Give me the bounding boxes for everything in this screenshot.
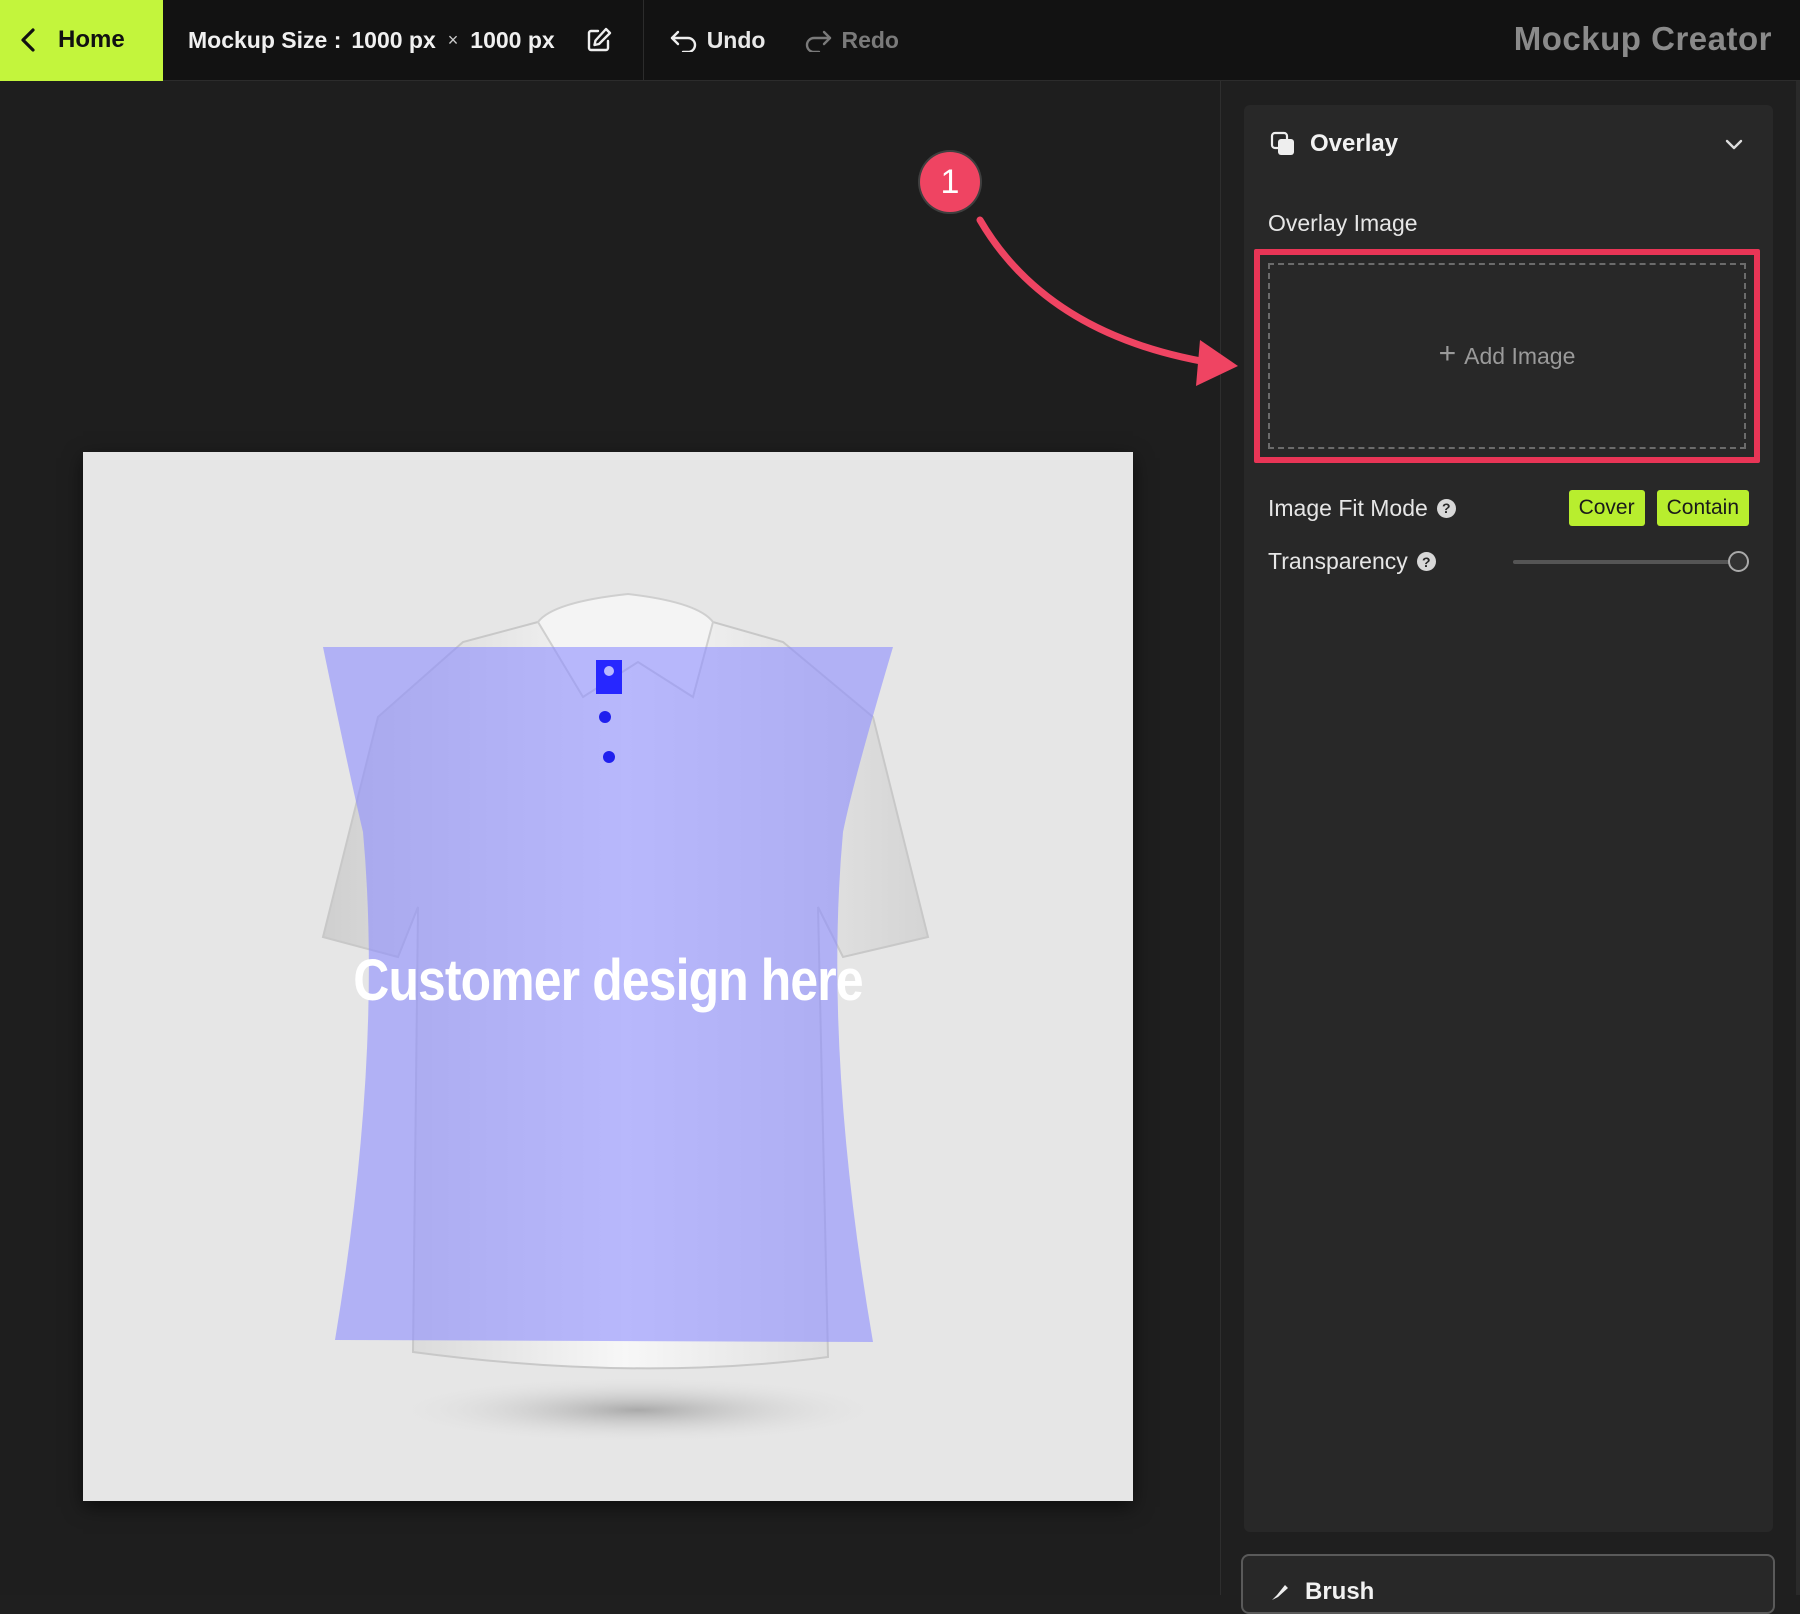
overlay-panel-title: Overlay bbox=[1310, 130, 1399, 157]
app-title: Mockup Creator bbox=[1513, 20, 1772, 57]
mockup-canvas[interactable]: Customer design here bbox=[83, 452, 1133, 1501]
slider-thumb[interactable] bbox=[1728, 550, 1749, 572]
add-image-dropzone[interactable]: + Add Image bbox=[1268, 263, 1746, 449]
layers-icon bbox=[1270, 131, 1294, 155]
overlay-image-label: Overlay Image bbox=[1268, 210, 1418, 236]
history-controls: Undo Redo bbox=[644, 27, 899, 54]
transparency-slider[interactable] bbox=[1513, 550, 1749, 574]
transparency-label: Transparency bbox=[1268, 548, 1408, 574]
plus-icon: + bbox=[1438, 337, 1457, 370]
redo-label: Redo bbox=[841, 26, 899, 53]
mockup-size-label: Mockup Size : bbox=[188, 26, 342, 53]
chevron-left-icon bbox=[21, 28, 35, 52]
brush-panel-header: Brush bbox=[1269, 1578, 1374, 1606]
mockup-size-section: Mockup Size : 1000 px × 1000 px bbox=[163, 0, 644, 81]
fit-mode-options: Cover Contain bbox=[1568, 490, 1749, 526]
cover-button[interactable]: Cover bbox=[1568, 490, 1645, 526]
transparency-row: Transparency ? bbox=[1268, 548, 1749, 575]
redo-icon bbox=[806, 30, 832, 52]
design-placeholder-text: Customer design here bbox=[353, 948, 863, 1013]
overlay-panel-header[interactable]: Overlay bbox=[1270, 130, 1398, 158]
help-icon[interactable]: ? bbox=[1436, 498, 1456, 518]
times-symbol: × bbox=[447, 29, 459, 50]
undo-label: Undo bbox=[706, 26, 766, 53]
add-image-label: Add Image bbox=[1464, 342, 1576, 369]
scrollbar-track[interactable] bbox=[1796, 81, 1800, 1595]
help-icon[interactable]: ? bbox=[1416, 552, 1436, 571]
chevron-down-icon[interactable] bbox=[1723, 133, 1745, 155]
redo-button[interactable]: Redo bbox=[803, 27, 899, 54]
top-bar: Home Mockup Size : 1000 px × 1000 px Und… bbox=[0, 0, 1800, 81]
edit-size-icon[interactable] bbox=[585, 26, 613, 54]
brush-icon bbox=[1272, 1585, 1288, 1600]
undo-icon bbox=[670, 30, 696, 52]
fit-mode-row: Image Fit Mode ? Cover Contain bbox=[1268, 490, 1749, 526]
add-image-highlight: + Add Image bbox=[1254, 249, 1760, 463]
mockup-height-value: 1000 px bbox=[470, 26, 555, 53]
home-button[interactable]: Home bbox=[0, 0, 163, 81]
fit-mode-label: Image Fit Mode bbox=[1268, 494, 1428, 521]
home-label: Home bbox=[58, 26, 125, 53]
brush-panel[interactable]: Brush bbox=[1241, 1554, 1775, 1614]
slider-track bbox=[1513, 559, 1737, 564]
contain-button[interactable]: Contain bbox=[1656, 490, 1749, 526]
brush-panel-title: Brush bbox=[1305, 1578, 1375, 1605]
undo-button[interactable]: Undo bbox=[669, 26, 766, 54]
mockup-width-value: 1000 px bbox=[351, 26, 436, 53]
overlay-panel: Overlay Overlay Image + Add Image Image … bbox=[1244, 105, 1773, 1532]
step-badge: 1 bbox=[920, 152, 980, 212]
